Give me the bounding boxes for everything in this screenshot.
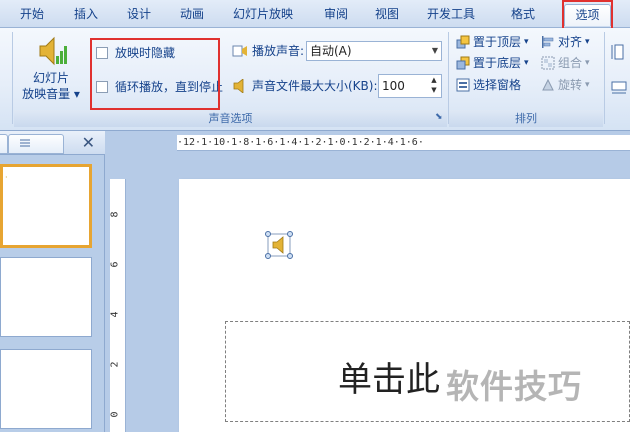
selection-pane-label: 选择窗格 <box>473 78 522 92</box>
send-to-back-button[interactable]: 置于底层 ▾ <box>456 53 529 73</box>
tab-developer[interactable]: 开发工具 <box>420 4 482 26</box>
ruler-mark: 2 <box>109 361 121 368</box>
max-size-value: 100 <box>382 79 405 93</box>
play-sound-value: 自动(A) <box>310 44 352 58</box>
align-icon <box>542 36 554 48</box>
group-button[interactable]: 组合 ▾ <box>541 53 590 73</box>
vertical-ruler[interactable]: 8 6 4 2 0 <box>110 179 126 432</box>
play-sound-icon <box>232 45 247 57</box>
chevron-down-icon: ▾ <box>585 80 590 90</box>
watermark-text: 软件技巧 <box>446 367 582 406</box>
ruler-mark: 8 <box>109 211 121 218</box>
width-icon[interactable] <box>611 78 627 94</box>
height-icon[interactable] <box>611 44 627 60</box>
close-icon[interactable]: ✕ <box>82 133 95 152</box>
sound-options-group-label: 声音选项 <box>14 110 447 127</box>
group-icon <box>541 56 555 70</box>
align-button[interactable]: 对齐 ▾ <box>541 32 590 52</box>
thumbnail-marker: · <box>5 173 8 182</box>
send-to-back-label: 置于底层 <box>473 56 522 70</box>
max-size-label-row: 声音文件最大大小(KB): <box>232 76 378 96</box>
group-separator <box>604 32 605 124</box>
ribbon-tab-bar: 开始 插入 设计 动画 幻灯片放映 审阅 视图 开发工具 格式 选项 <box>0 0 630 30</box>
max-size-label: 声音文件最大大小(KB): <box>252 79 378 93</box>
ruler-mark: 4 <box>109 311 121 318</box>
chevron-down-icon: ▾ <box>524 58 529 68</box>
outline-icon <box>20 139 30 147</box>
slide-thumbnail[interactable] <box>0 349 92 429</box>
selection-pane-button[interactable]: 选择窗格 <box>456 75 521 95</box>
tab-animation[interactable]: 动画 <box>170 4 214 26</box>
sound-object-icon[interactable] <box>265 231 293 259</box>
sound-file-icon <box>233 79 244 93</box>
spin-down-icon[interactable]: ▼ <box>428 86 440 95</box>
send-to-back-icon <box>456 56 470 70</box>
bring-to-front-button[interactable]: 置于顶层 ▾ <box>456 32 529 52</box>
tab-home[interactable]: 开始 <box>10 4 54 26</box>
volume-label-line2: 放映音量 ▾ <box>22 87 80 101</box>
chevron-down-icon: ▾ <box>585 58 590 68</box>
group-label: 组合 <box>558 56 583 70</box>
dialog-launcher-icon[interactable]: ⬊ <box>435 112 443 122</box>
volume-label-line1: 幻灯片 <box>32 71 69 85</box>
arrange-group-label: 排列 <box>449 110 603 127</box>
group-separator <box>12 32 13 124</box>
selection-pane-icon <box>456 78 470 92</box>
slideshow-volume-button[interactable]: 幻灯片 放映音量 ▾ <box>18 34 84 106</box>
speaker-volume-icon <box>39 36 67 66</box>
tab-review[interactable]: 审阅 <box>314 4 358 26</box>
ruler-mark: 0 <box>109 411 121 418</box>
spin-up-icon[interactable]: ▲ <box>428 76 440 85</box>
bring-to-front-icon <box>456 35 470 49</box>
play-sound-dropdown[interactable]: 自动(A) ▼ <box>306 41 442 61</box>
pane-tabs: ✕ <box>0 131 105 155</box>
play-sound-label: 播放声音: <box>252 44 305 58</box>
options-tab-highlight <box>562 0 613 30</box>
ruler-mark: 6 <box>109 261 121 268</box>
tab-outline[interactable] <box>8 134 64 154</box>
tab-insert[interactable]: 插入 <box>64 4 108 26</box>
slides-pane: ✕ · <box>0 131 105 432</box>
rotate-button[interactable]: 旋转 ▾ <box>541 75 590 95</box>
slide-thumbnail[interactable] <box>0 257 92 337</box>
slide-thumbnail[interactable]: · <box>0 164 92 248</box>
title-placeholder-text: 单击此 <box>338 360 440 400</box>
horizontal-ruler[interactable]: ·12·1·10·1·8·1·6·1·4·1·2·1·0·1·2·1·4·1·6… <box>177 135 630 151</box>
checkbox-highlight-box <box>90 38 220 110</box>
tab-design[interactable]: 设计 <box>117 4 161 26</box>
chevron-down-icon: ▾ <box>585 37 590 47</box>
play-sound-label-row: 播放声音: <box>232 41 304 61</box>
rotate-icon <box>542 78 554 91</box>
tab-slideshow[interactable]: 幻灯片放映 <box>226 4 300 26</box>
tab-slides[interactable] <box>0 134 8 154</box>
chevron-down-icon: ▾ <box>524 37 529 47</box>
ribbon: 幻灯片 放映音量 ▾ 放映时隐藏 循环播放，直到停止 播放声音: 自动(A) ▼… <box>0 28 630 131</box>
tab-format[interactable]: 格式 <box>501 4 545 26</box>
tab-view[interactable]: 视图 <box>365 4 409 26</box>
chevron-down-icon: ▼ <box>431 46 438 55</box>
align-label: 对齐 <box>558 35 583 49</box>
bring-to-front-label: 置于顶层 <box>473 35 522 49</box>
rotate-label: 旋转 <box>558 78 583 92</box>
